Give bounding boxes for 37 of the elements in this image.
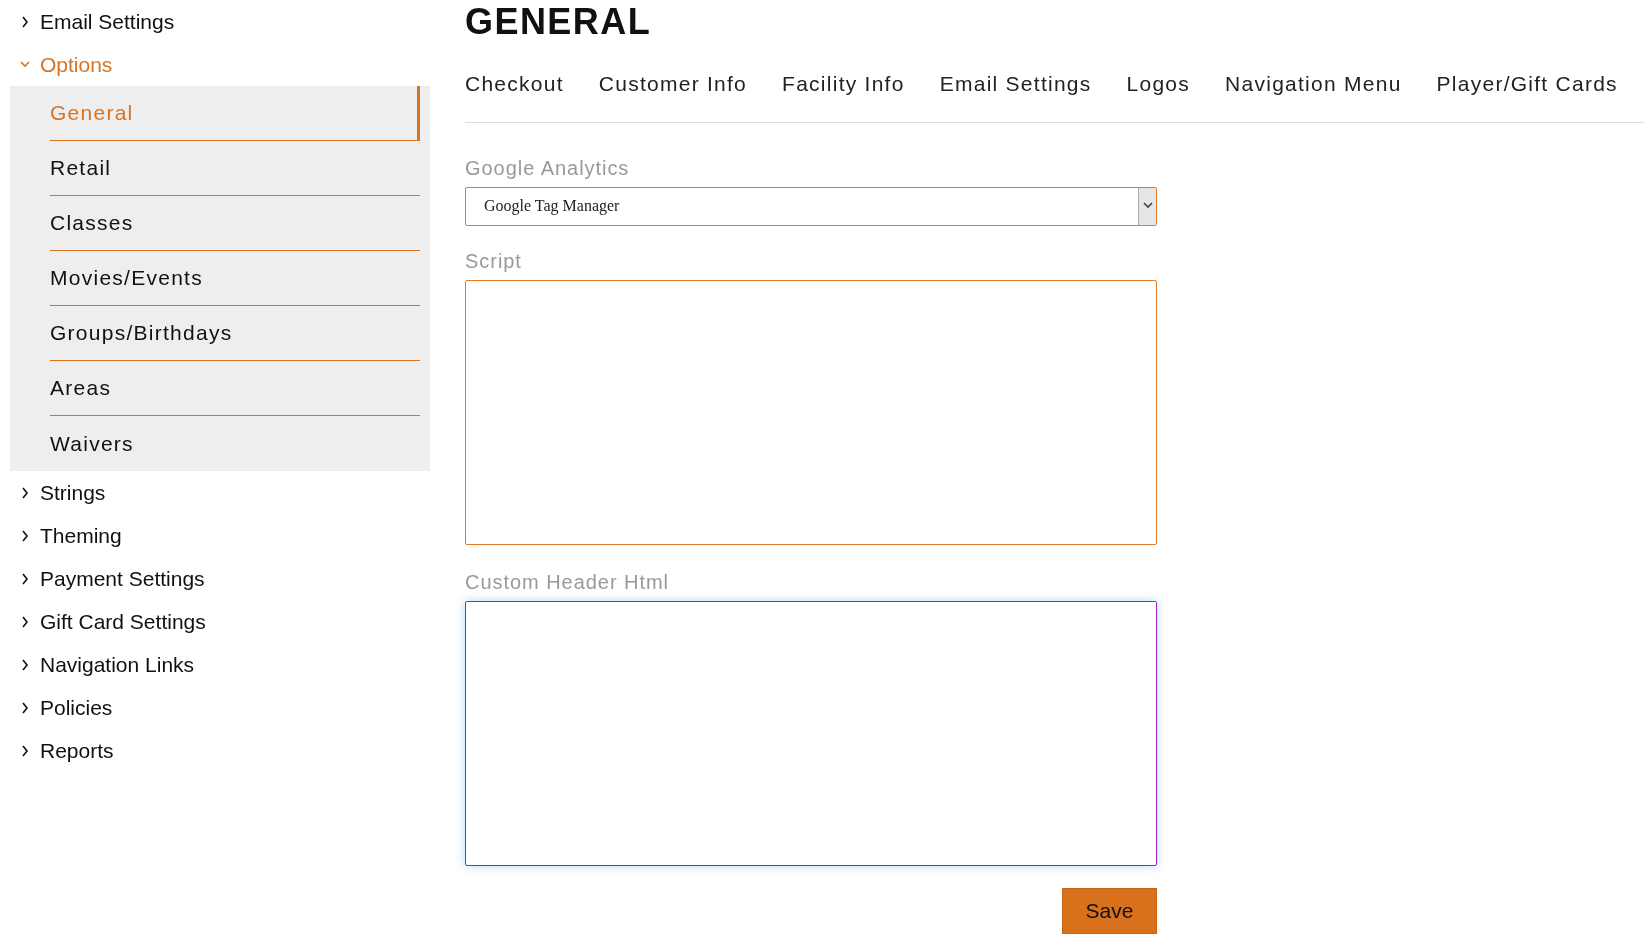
submenu-item[interactable]: Waivers xyxy=(50,416,420,471)
tab[interactable]: Navigation Menu xyxy=(1225,68,1402,100)
sidebar-item[interactable]: Reports xyxy=(10,729,120,772)
sidebar-item[interactable]: Strings xyxy=(10,471,112,514)
tab[interactable]: Email Settings xyxy=(939,68,1092,100)
field-label: Script xyxy=(465,248,523,274)
field-label: Google Analytics xyxy=(465,155,631,181)
page-title: GENERAL xyxy=(465,0,653,44)
tab[interactable]: Checkout xyxy=(465,68,564,100)
tab[interactable]: Logos xyxy=(1126,68,1191,100)
chevron-right-icon xyxy=(20,658,30,671)
field-label: Custom Header Html xyxy=(465,569,670,595)
chevron-right-icon xyxy=(20,529,30,542)
submenu-item[interactable]: Movies/Events xyxy=(50,251,420,306)
chevron-right-icon xyxy=(20,615,30,628)
tab[interactable]: Customer Info xyxy=(598,68,748,100)
submenu-item[interactable]: Groups/Birthdays xyxy=(50,306,420,361)
sidebar-item[interactable]: Gift Card Settings xyxy=(10,600,212,643)
submenu-item[interactable]: Areas xyxy=(50,361,420,416)
chevron-right-icon xyxy=(20,572,30,585)
tab[interactable]: Player/Gift Cards xyxy=(1436,68,1618,100)
text-area[interactable] xyxy=(465,600,1157,866)
save-button[interactable]: Save xyxy=(1062,887,1157,934)
sidebar-item[interactable]: Policies xyxy=(10,686,119,729)
chevron-right-icon xyxy=(20,486,30,499)
dropdown-field[interactable]: Google Tag Manager xyxy=(465,186,1157,226)
sidebar-item[interactable]: Payment Settings xyxy=(10,557,211,600)
text-area[interactable] xyxy=(465,279,1157,545)
sidebar-item[interactable]: Email Settings xyxy=(10,0,181,43)
chevron-right-icon xyxy=(20,701,30,714)
chevron-right-icon xyxy=(20,15,30,28)
sidebar-item[interactable]: Navigation Links xyxy=(10,643,201,686)
sidebar-item[interactable]: Theming xyxy=(10,514,128,557)
chevron-right-icon xyxy=(20,744,30,757)
submenu-item[interactable]: Classes xyxy=(50,196,420,251)
submenu-item[interactable]: Retail xyxy=(50,141,420,196)
tab[interactable]: Facility Info xyxy=(782,68,905,100)
